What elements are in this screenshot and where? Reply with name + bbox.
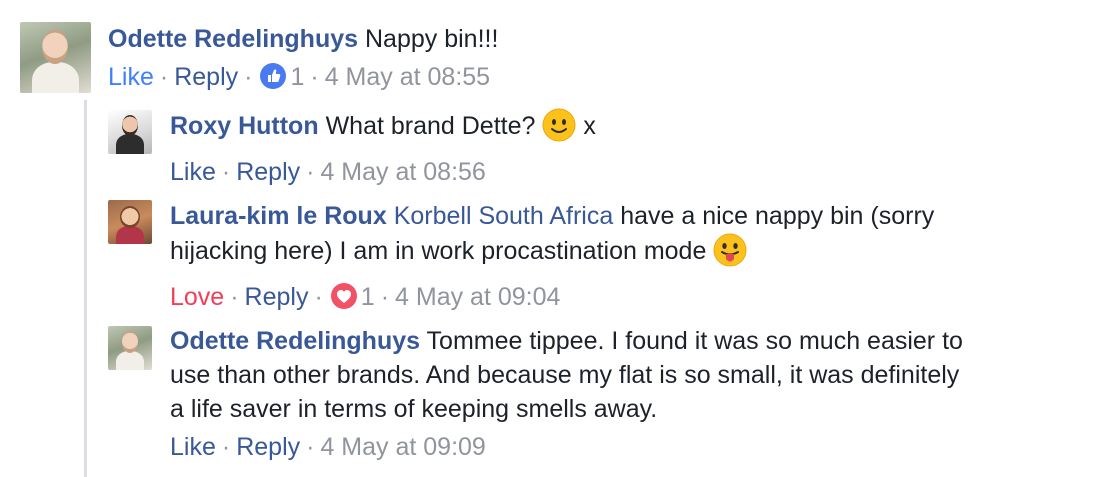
comment-3: Laura-kim le Roux Korbell South Africa h…: [170, 199, 934, 314]
love-button[interactable]: Love: [170, 283, 224, 311]
comment-text-continued: use than other brands. And because my fl…: [170, 361, 960, 389]
comment-text-continued: hijacking here) I am in work procastinat…: [170, 237, 707, 265]
comment-author[interactable]: Laura-kim le Roux: [170, 202, 387, 230]
thumbs-up-icon[interactable]: [260, 63, 287, 89]
reaction-count[interactable]: 1: [361, 283, 375, 311]
reply-button[interactable]: Reply: [174, 63, 238, 91]
comment-4: Odette Redelinghuys Tommee tippee. I fou…: [170, 324, 963, 464]
slightly-smiling-face-icon: [542, 108, 576, 151]
comment-text: Nappy bin!!!: [365, 25, 499, 53]
separator: ·: [306, 158, 315, 186]
separator: ·: [230, 283, 239, 311]
comment-text: Tommee tippee. I found it was so much ea…: [426, 327, 963, 355]
reply-button[interactable]: Reply: [245, 283, 309, 311]
like-button[interactable]: Like: [170, 158, 216, 186]
comment-text-suffix: x: [583, 112, 596, 140]
reply-button[interactable]: Reply: [236, 158, 300, 186]
like-button[interactable]: Like: [108, 63, 154, 91]
avatar-odette[interactable]: [108, 326, 152, 370]
comment-author[interactable]: Odette Redelinghuys: [108, 25, 358, 53]
avatar-roxy[interactable]: [108, 110, 152, 154]
separator: ·: [159, 63, 169, 91]
separator: ·: [221, 158, 231, 186]
separator: ·: [306, 433, 315, 461]
comment-2: Roxy Hutton What brand Dette? x Like · Rep…: [170, 108, 596, 189]
comment-1: Odette Redelinghuys Nappy bin!!! Like · Re…: [108, 22, 498, 94]
avatar-laura[interactable]: [108, 200, 152, 244]
reply-thread-line: [84, 100, 87, 477]
comment-text: have a nice nappy bin (sorry: [620, 202, 935, 230]
comment-author[interactable]: Roxy Hutton: [170, 112, 319, 140]
timestamp[interactable]: 4 May at 08:56: [320, 158, 485, 186]
timestamp[interactable]: 4 May at 09:09: [320, 433, 485, 461]
separator: ·: [221, 433, 231, 461]
timestamp[interactable]: 4 May at 08:55: [325, 63, 490, 91]
comment-text-continued: a life saver in terms of keeping smells …: [170, 395, 658, 423]
heart-icon[interactable]: [330, 283, 357, 309]
avatar-odette[interactable]: [20, 22, 91, 93]
separator: ·: [380, 283, 390, 311]
mention-link[interactable]: Korbell South Africa: [394, 202, 614, 230]
separator: ·: [244, 63, 253, 91]
timestamp[interactable]: 4 May at 09:04: [395, 283, 560, 311]
like-button[interactable]: Like: [170, 433, 216, 461]
comment-text: What brand Dette?: [325, 112, 536, 140]
reaction-count[interactable]: 1: [290, 63, 304, 91]
separator: ·: [310, 63, 319, 91]
comment-author[interactable]: Odette Redelinghuys: [170, 327, 420, 355]
face-with-tongue-icon: [713, 233, 747, 276]
separator: ·: [314, 283, 323, 311]
reply-button[interactable]: Reply: [236, 433, 300, 461]
